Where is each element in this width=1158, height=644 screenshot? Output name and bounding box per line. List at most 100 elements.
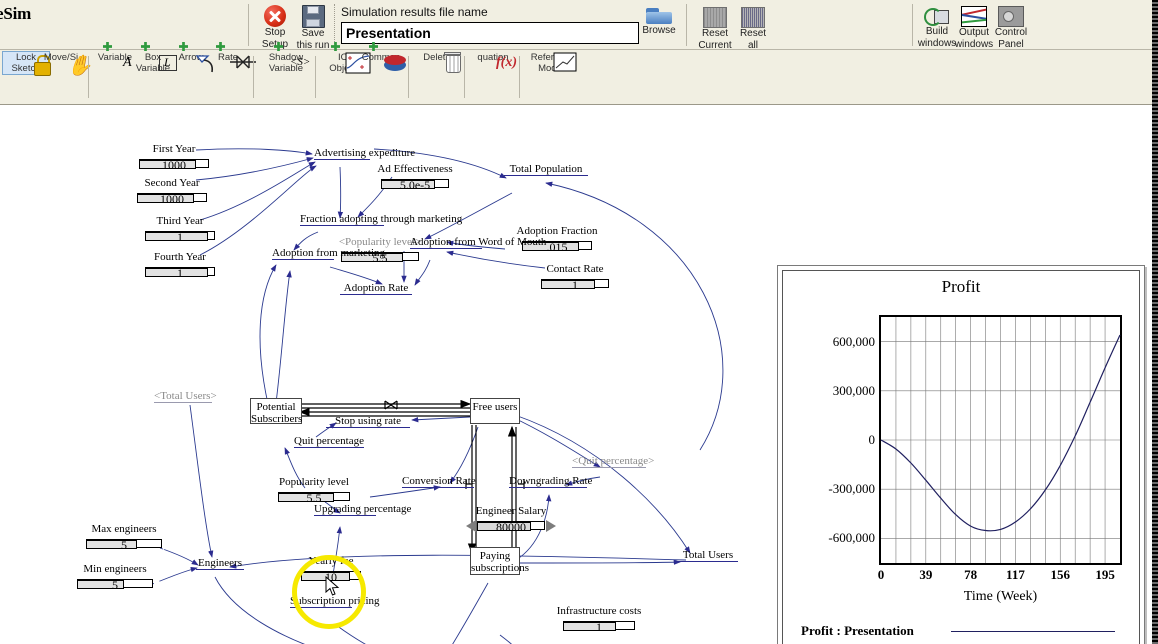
tool-comment[interactable]: Commen: [358, 42, 406, 71]
slider-ad-effectiveness-track[interactable]: 5.0e-5: [370, 176, 460, 192]
reset-all-button[interactable]: Reset all: [733, 5, 773, 51]
slider-first-year-label: First Year: [152, 143, 196, 155]
output-windows-icon: [961, 6, 987, 27]
slider-max-engineers-track[interactable]: 5: [75, 536, 173, 552]
graph-window[interactable]: Profit 600,000 300,000 0 -300,000 -600,000 0 3…: [777, 265, 1145, 644]
slider-contact-rate-value: 1: [572, 278, 578, 292]
graph-title: Profit: [941, 277, 981, 296]
node-total-population[interactable]: Total Population: [504, 163, 588, 176]
slider-third-year-track[interactable]: 1: [134, 228, 226, 244]
legend-label: Profit : Presentation: [801, 623, 914, 638]
y-axis-tick: 0: [868, 432, 876, 447]
slider-fourth-year-value: 1: [177, 266, 183, 280]
stop-setup-label-2: Setup: [261, 38, 289, 50]
browse-button[interactable]: Browse: [639, 5, 679, 37]
stop-setup-label-1: Stop: [264, 27, 286, 38]
y-axis-tick: -300,000: [828, 481, 875, 497]
graph-window-inner: Profit 600,000 300,000 0 -300,000 -600,000 0 3…: [782, 270, 1140, 644]
filename-label: Simulation results file name: [341, 5, 488, 19]
control-panel-button[interactable]: Control Panel: [991, 4, 1031, 50]
slider-engineer-salary-value: 80000: [496, 520, 526, 534]
y-axis-tick: -600,000: [828, 530, 875, 546]
model-canvas[interactable]: First Year 1000 Second Year 1000 Third Y…: [0, 105, 1158, 644]
node-conversion-rate[interactable]: Conversion Rate: [402, 475, 476, 488]
slider-fourth-year-track[interactable]: 1: [134, 264, 226, 280]
stock-paying-subscriptions[interactable]: Paying subscriptions: [470, 547, 529, 575]
slider-infrastructure-costs-label: Infrastructure costs: [556, 605, 642, 617]
node-adoption-from-word-of-mouth[interactable]: Adoption from Word of Mouth: [410, 236, 546, 249]
tool-shadow-variable[interactable]: <S> Shadow Variable: [263, 42, 310, 74]
stock-potential-subscribers[interactable]: Potential Subscribers: [250, 398, 302, 425]
tool-rate[interactable]: Rate: [205, 42, 256, 69]
node-fraction-adopting-through-marketing[interactable]: Fraction adopting through marketing: [300, 213, 462, 226]
x-axis-tick: 195: [1095, 567, 1115, 582]
control-panel-label-1: Control: [994, 27, 1028, 38]
slider-first-year-track[interactable]: 1000: [128, 156, 220, 172]
slider-infrastructure-costs-value: 1: [596, 620, 602, 634]
slider-fourth-year-label: Fourth Year: [154, 251, 206, 263]
slider-ad-effectiveness-value: 5.0e-5: [399, 178, 431, 192]
stock-free-users[interactable]: Free users: [470, 398, 520, 424]
top-toolbar: eSim Stop Setup Save this run Simulation…: [0, 0, 1158, 50]
slider-first-year-value: 1000: [162, 158, 186, 172]
tool-move-size[interactable]: ✋ Move/Si: [38, 52, 92, 77]
build-windows-icon: [924, 6, 950, 26]
save-this-run-button[interactable]: Save this run: [293, 3, 333, 51]
node-quit-percentage[interactable]: Quit percentage: [294, 435, 364, 448]
output-windows-button[interactable]: Output windows: [954, 4, 994, 50]
browse-label: Browse: [642, 25, 676, 36]
x-axis-label: Time (Week): [963, 589, 1038, 604]
slider-popularity-level-track[interactable]: 5.5: [267, 489, 361, 505]
node-quit-percentage-shadow[interactable]: <Quit percentage>: [572, 455, 654, 468]
slider-contact-rate-label: Contact Rate: [546, 263, 604, 275]
plot-area: 600,000 300,000 0 -300,000 -600,000 0 39 78 117 1…: [828, 315, 1122, 582]
reset-all-label-1: Reset: [739, 28, 767, 39]
slider-min-engineers-track[interactable]: 5: [66, 576, 164, 592]
slider-third-year-value: 1: [177, 230, 183, 244]
x-axis-tick: 0: [877, 567, 885, 582]
slider-second-year-value: 1000: [160, 192, 184, 206]
node-upgrading-percentage[interactable]: Upgrading percentage: [314, 503, 411, 516]
node-total-users-shadow[interactable]: <Total Users>: [154, 390, 217, 403]
tool-delete[interactable]: Delete: [414, 52, 461, 73]
slider-contact-rate-track[interactable]: 1: [530, 276, 620, 292]
tool-equation[interactable]: f(x) quation: [470, 52, 517, 71]
node-engineers[interactable]: Engineers: [196, 557, 244, 570]
node-adoption-from-marketing[interactable]: Adoption from marketing: [272, 247, 385, 260]
save-run-label-1: Save: [301, 28, 325, 39]
reset-current-icon: [703, 7, 727, 28]
stop-setup-button[interactable]: Stop Setup: [255, 3, 295, 50]
node-advertising-expediture[interactable]: Advertising expediture: [314, 147, 415, 160]
profit-line-chart: [880, 317, 1121, 563]
slider-infrastructure-costs-track[interactable]: 1: [552, 618, 646, 634]
control-panel-label-2: Panel: [998, 38, 1024, 50]
app-title: eSim: [0, 4, 32, 23]
slider-max-engineers-value: 5: [121, 538, 127, 552]
node-downgrading-rate[interactable]: Downgrading Rate: [509, 475, 592, 488]
mouse-cursor: [325, 575, 340, 596]
reset-current-label-1: Reset: [701, 28, 729, 39]
x-axis-tick: 156: [1050, 567, 1071, 582]
sketch-toolbar: Lock Sketch ✋ Move/Si A Variable L Box V…: [0, 42, 1158, 105]
node-stop-using-rate[interactable]: Stop using rate: [326, 415, 410, 428]
build-windows-button[interactable]: Build windows: [917, 4, 957, 49]
output-windows-label-2: windows: [954, 38, 994, 50]
x-axis-tick: 117: [1006, 567, 1025, 582]
build-windows-label-1: Build: [925, 26, 949, 37]
stop-icon: [264, 5, 286, 27]
slider-ad-effectiveness-label: Ad Effectiveness: [377, 163, 453, 175]
tool-reference-mode[interactable]: Referenc Mode: [527, 52, 577, 74]
slider-min-engineers-label: Min engineers: [83, 563, 147, 575]
slider-max-engineers-label: Max engineers: [91, 523, 157, 535]
slider-second-year-track[interactable]: 1000: [126, 190, 218, 206]
filename-input[interactable]: Presentation: [341, 22, 639, 44]
slider-min-engineers-value: 5: [112, 578, 118, 592]
reset-current-button[interactable]: Reset Current: [695, 5, 735, 51]
node-total-users[interactable]: Total Users: [678, 549, 738, 562]
legend-line-swatch: [951, 631, 1115, 632]
slider-engineer-salary-track[interactable]: 80000: [466, 518, 556, 534]
reset-all-icon: [741, 7, 765, 28]
output-windows-label-1: Output: [958, 27, 990, 38]
build-windows-label-2: windows: [917, 37, 957, 49]
node-adoption-rate[interactable]: Adoption Rate: [340, 282, 412, 295]
